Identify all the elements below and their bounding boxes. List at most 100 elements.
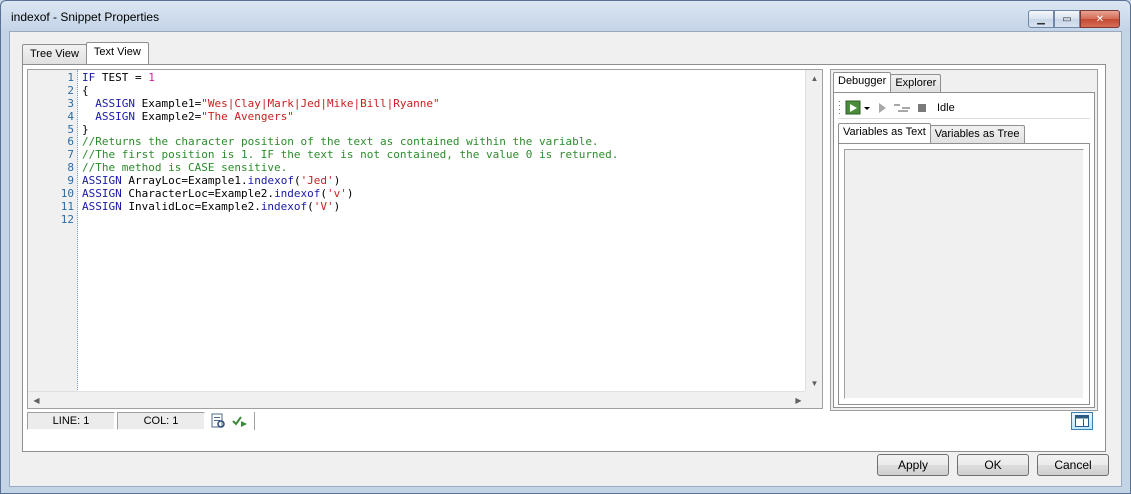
stop-button[interactable]: [915, 98, 929, 118]
code-token: ): [333, 199, 341, 213]
step-over-icon: [894, 103, 910, 112]
main-tabs: Tree View Text View: [22, 42, 149, 64]
code-token: 'V': [313, 199, 334, 213]
debugger-state: Idle: [937, 101, 955, 114]
editor-margin: [28, 70, 50, 408]
code-token: }: [82, 122, 89, 136]
line-number: 4: [67, 109, 74, 123]
code-token: IF: [82, 71, 102, 84]
code-token: 'Jed': [300, 174, 334, 188]
code-token: ): [333, 174, 341, 188]
line-number: 12: [60, 212, 74, 226]
code-token: (: [307, 199, 314, 213]
code-token: "The Avengers": [201, 109, 294, 123]
dialog-client: Tree View Text View 1 2 3 4 5 6 7 8 9 10 11 12 IF T…: [9, 31, 1122, 487]
snippet-properties-window: indexof - Snippet Properties ▁ ▭ ✕ Tree …: [0, 0, 1131, 494]
maximize-icon: ▭: [1062, 13, 1072, 25]
find-button[interactable]: [208, 413, 228, 429]
line-number: 1: [67, 71, 74, 84]
step-icon: [879, 102, 886, 113]
maximize-button[interactable]: ▭: [1054, 10, 1080, 28]
title-bar[interactable]: indexof - Snippet Properties ▁ ▭ ✕: [1, 1, 1130, 31]
scroll-up-icon[interactable]: ▲: [806, 70, 822, 87]
code-token: CharacterLoc=Example2.: [128, 187, 275, 201]
code-token: (: [293, 174, 301, 188]
tab-debugger[interactable]: Debugger: [833, 72, 892, 92]
code-token: ASSIGN: [82, 187, 129, 201]
minimize-icon: ▁: [1037, 13, 1045, 25]
dropdown-arrow-icon: [864, 106, 870, 110]
line-number: 2: [67, 83, 74, 97]
debugger-tabs: Debugger Explorer: [833, 72, 942, 92]
minimize-button[interactable]: ▁: [1028, 10, 1054, 28]
variables-text-area[interactable]: [844, 149, 1084, 399]
code-token: InvalidLoc=Example2.: [128, 199, 261, 213]
stop-icon: [918, 103, 926, 112]
toggle-panel-button[interactable]: [1071, 412, 1093, 430]
tab-text-view[interactable]: Text View: [85, 42, 149, 64]
code-token: indexof: [274, 187, 321, 201]
cancel-button[interactable]: Cancel: [1037, 454, 1109, 476]
code-token: "Wes|Clay|Mark|Jed|Mike|Bill|Ryanne": [201, 96, 440, 110]
scroll-down-icon[interactable]: ▼: [806, 375, 822, 392]
line-numbers: 1 2 3 4 5 6 7 8 9 10 11 12: [50, 71, 74, 227]
status-col: COL: 1: [117, 412, 205, 430]
window-title: indexof - Snippet Properties: [11, 10, 160, 24]
debugger-panel: Idle Variables as Text Variables as Tree: [833, 92, 1095, 408]
code-token: Example1=: [141, 96, 202, 110]
code-token: Example2=: [141, 109, 202, 123]
line-number: 11: [60, 199, 74, 213]
debugger-pane: Debugger Explorer Idle Variables as Text…: [830, 69, 1098, 411]
code-line: ASSIGN InvalidLoc=Example2.indexof('V'): [82, 199, 802, 214]
check-syntax-icon: [232, 416, 247, 427]
code-token: ASSIGN: [82, 174, 129, 188]
code-token: {: [82, 83, 89, 97]
code-editor[interactable]: 1 2 3 4 5 6 7 8 9 10 11 12 IF TEST = 1{ ASSIGN Exam…: [27, 69, 823, 409]
close-button[interactable]: ✕: [1080, 10, 1120, 28]
code-token: //Returns the character position of the …: [82, 135, 599, 149]
tab-explorer[interactable]: Explorer: [890, 74, 942, 92]
text-view-panel: 1 2 3 4 5 6 7 8 9 10 11 12 IF TEST = 1{ ASSIGN Exam…: [22, 64, 1106, 452]
run-button[interactable]: [845, 98, 871, 118]
code-token: //The first position is 1. IF the text i…: [82, 148, 619, 162]
debugger-toolbar: Idle: [838, 97, 1090, 119]
find-icon: [211, 413, 225, 428]
apply-button[interactable]: Apply: [877, 454, 949, 476]
code-token: indexof: [247, 174, 294, 188]
code-text[interactable]: IF TEST = 1{ ASSIGN Example1="Wes|Clay|M…: [82, 71, 802, 227]
tab-tree-view[interactable]: Tree View: [22, 44, 87, 64]
line-number: 3: [67, 96, 74, 110]
check-syntax-button[interactable]: [230, 413, 250, 429]
close-icon: ✕: [1095, 13, 1105, 25]
vertical-scrollbar[interactable]: ▲ ▼: [805, 70, 822, 392]
scroll-left-icon[interactable]: ◀: [28, 392, 45, 408]
code-token: ArrayLoc=Example1.: [128, 174, 248, 188]
horizontal-scrollbar[interactable]: ◀ ▶: [28, 391, 807, 408]
step-over-button[interactable]: [893, 98, 911, 118]
code-token: ASSIGN: [95, 109, 142, 123]
variables-panel: [838, 143, 1090, 405]
variables-tabs: Variables as Text Variables as Tree: [838, 123, 1025, 143]
status-separator: [254, 412, 255, 430]
code-line: ASSIGN Example2="The Avengers": [82, 109, 802, 124]
panel-toggle-icon: [1075, 415, 1089, 427]
ok-button[interactable]: OK: [957, 454, 1029, 476]
code-token: 'v': [327, 187, 347, 201]
code-token: ASSIGN: [82, 199, 129, 213]
tab-variables-as-text[interactable]: Variables as Text: [838, 123, 931, 143]
code-token: 1: [148, 71, 155, 84]
run-icon: [845, 100, 861, 114]
step-button[interactable]: [875, 98, 889, 118]
code-token: indexof: [260, 199, 308, 213]
status-bar: LINE: 1 COL: 1: [27, 411, 1099, 431]
tab-variables-as-tree[interactable]: Variables as Tree: [929, 125, 1025, 143]
status-line: LINE: 1: [27, 412, 115, 430]
code-token: ): [346, 187, 354, 201]
code-token: ASSIGN: [95, 96, 142, 110]
caption-buttons: ▁ ▭ ✕: [1028, 10, 1120, 28]
line-number: 10: [60, 187, 74, 201]
code-line: IF TEST = 1: [82, 71, 802, 85]
